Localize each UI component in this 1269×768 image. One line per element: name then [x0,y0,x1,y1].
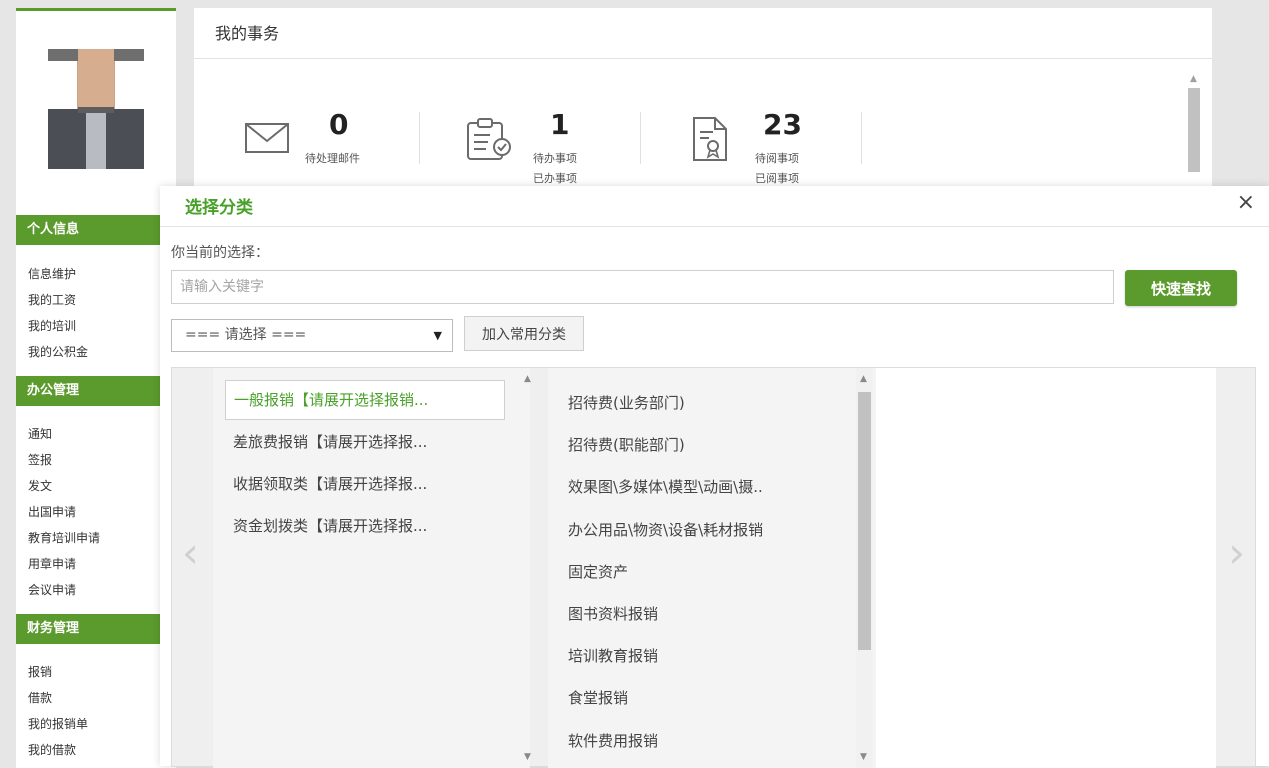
next-arrow-icon[interactable]: › [1228,528,1245,577]
menu-item-my-salary[interactable]: 我的工资 [28,287,88,313]
clipboard-check-icon [467,118,511,160]
select-category-dialog: 选择分类 × 你当前的选择： 快速查找 === 请选择 === ▼ 加入常用分类… [160,186,1269,768]
menu-item-my-training[interactable]: 我的培训 [28,313,88,339]
category-column-3 [876,368,1216,768]
close-icon[interactable]: × [1237,190,1255,215]
subcategory-item[interactable]: 图书资料报销 [568,593,763,635]
scroll-up-arrow-icon[interactable]: ▲ [1190,74,1197,84]
affairs-scrollbar[interactable]: ▲ [1186,70,1202,188]
section-office[interactable]: 办公管理 [16,376,174,406]
menu-item-reimburse[interactable]: 报销 [28,659,88,685]
category-select[interactable]: === 请选择 === ▼ [171,319,453,352]
scroll-up-arrow-icon[interactable]: ▲ [524,374,531,384]
menu-item-meeting-apply[interactable]: 会议申请 [28,577,100,603]
category-column-2: 招待费(业务部门) 招待费(职能部门) 效果图\多媒体\模型\动画\摄.. 办公… [548,368,876,768]
current-choice-label: 你当前的选择： [171,245,269,261]
my-affairs-panel: 我的事务 0 待处理邮件 1 待办事项 已办事项 23 待阅事项 已阅事项 ▲ [194,8,1212,188]
divider [419,112,420,164]
menu-personal-info: 信息维护 我的工资 我的培训 我的公积金 [28,261,88,365]
panel-title: 我的事务 [194,8,1212,59]
sidebar: 个人信息 信息维护 我的工资 我的培训 我的公积金 办公管理 通知 签报 发文 … [16,8,176,768]
profile-photo [16,11,176,211]
menu-item-notice[interactable]: 通知 [28,421,100,447]
menu-item-sign-report[interactable]: 签报 [28,447,100,473]
avatar[interactable] [48,49,144,169]
menu-item-my-loans[interactable]: 我的借款 [28,737,88,763]
scroll-down-arrow-icon[interactable]: ▼ [860,752,867,762]
menu-item-dispatch[interactable]: 发文 [28,473,100,499]
scroll-thumb[interactable] [1188,88,1200,172]
category-item-general[interactable]: 一般报销【请展开选择报销... [225,380,505,420]
keyword-search-input[interactable] [171,270,1114,304]
select-value: === 请选择 === [185,327,307,343]
subcategory-item[interactable]: 效果图\多媒体\模型\动画\摄.. [568,466,763,508]
dialog-title: 选择分类 [185,198,253,218]
column-2-scrollbar[interactable]: ▲ ▼ [856,368,873,768]
menu-item-info-maintain[interactable]: 信息维护 [28,261,88,287]
envelope-icon [245,123,289,153]
menu-finance: 报销 借款 我的报销单 我的借款 [28,659,88,763]
dialog-header: 选择分类 × [160,186,1269,227]
stat-label-to-read[interactable]: 待阅事项 [755,149,799,168]
category-browser: ‹ 一般报销【请展开选择报销... 差旅费报销【请展开选择报... 收据领取类【… [171,367,1256,768]
subcategory-item[interactable]: 软件费用报销 [568,720,763,762]
category-column-1: 一般报销【请展开选择报销... 差旅费报销【请展开选择报... 收据领取类【请展… [213,368,531,768]
menu-item-my-reimburse-list[interactable]: 我的报销单 [28,711,88,737]
stat-value: 0 [329,108,349,141]
menu-item-my-fund[interactable]: 我的公积金 [28,339,88,365]
menu-item-loan[interactable]: 借款 [28,685,88,711]
category-item-funds-transfer[interactable]: 资金划拨类【请展开选择报... [225,506,505,546]
add-common-category-button[interactable]: 加入常用分类 [464,316,584,351]
section-finance[interactable]: 财务管理 [16,614,174,644]
menu-item-abroad-apply[interactable]: 出国申请 [28,499,100,525]
scroll-thumb[interactable] [858,392,871,650]
subcategory-item[interactable]: 培训教育报销 [568,635,763,677]
stat-value: 23 [763,108,802,141]
column-1-scrollbar[interactable]: ▲ ▼ [520,368,537,768]
menu-office: 通知 签报 发文 出国申请 教育培训申请 用章申请 会议申请 [28,421,100,603]
category-item-receipt[interactable]: 收据领取类【请展开选择报... [225,464,505,504]
divider [861,112,862,164]
prev-arrow-icon[interactable]: ‹ [182,528,199,577]
menu-item-training-apply[interactable]: 教育培训申请 [28,525,100,551]
divider [640,112,641,164]
scroll-down-arrow-icon[interactable]: ▼ [524,752,531,762]
subcategory-item[interactable]: 固定资产 [568,551,763,593]
stat-label[interactable]: 待处理邮件 [305,149,360,168]
scroll-up-arrow-icon[interactable]: ▲ [860,374,867,384]
category-item-travel[interactable]: 差旅费报销【请展开选择报... [225,422,505,462]
category-list: 一般报销【请展开选择报销... 差旅费报销【请展开选择报... 收据领取类【请展… [225,380,505,548]
subcategory-list: 招待费(业务部门) 招待费(职能部门) 效果图\多媒体\模型\动画\摄.. 办公… [568,382,763,762]
subcategory-item[interactable]: 招待费(职能部门) [568,424,763,466]
subcategory-item[interactable]: 办公用品\物资\设备\耗材报销 [568,509,763,551]
subcategory-item[interactable]: 食堂报销 [568,677,763,719]
quick-find-button[interactable]: 快速查找 [1125,270,1237,306]
stat-label-todo[interactable]: 待办事项 [533,149,577,168]
stat-value: 1 [550,108,570,141]
section-personal-info[interactable]: 个人信息 [16,215,174,245]
certificate-doc-icon [693,117,727,161]
menu-item-seal-apply[interactable]: 用章申请 [28,551,100,577]
dropdown-arrow-icon: ▼ [433,329,442,342]
subcategory-item[interactable]: 招待费(业务部门) [568,382,763,424]
